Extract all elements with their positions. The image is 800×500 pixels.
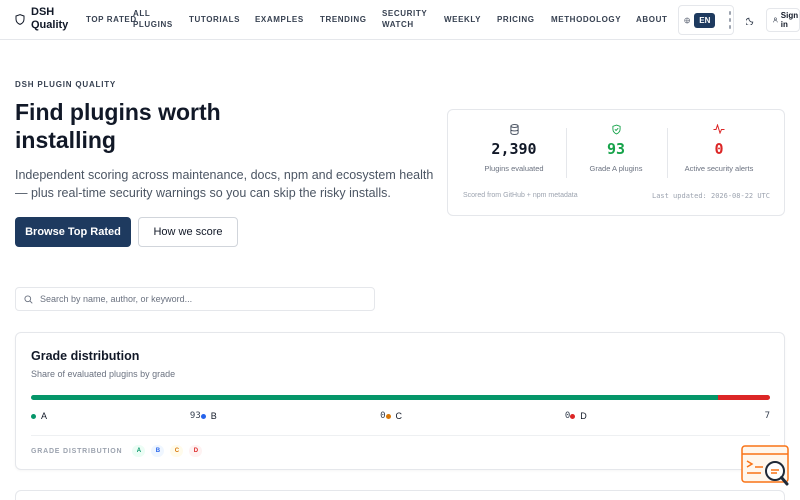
- shield-check-icon: [611, 124, 621, 135]
- grade-legend: A 93 B 0 C 0 D 7: [31, 411, 770, 423]
- nav-link-methodology[interactable]: METHODOLOGY: [551, 14, 621, 25]
- how-we-score-button[interactable]: How we score: [138, 217, 238, 247]
- search-input[interactable]: [40, 294, 360, 304]
- nav-link-examples[interactable]: EXAMPLES: [255, 14, 304, 25]
- stat-security-alerts: 0 Active security alerts: [669, 124, 769, 173]
- brand-name: DSH Quality: [31, 6, 69, 31]
- grade-label: C: [395, 411, 403, 421]
- brand[interactable]: DSH Quality: [15, 6, 71, 32]
- grade-legend-item: C: [385, 411, 403, 421]
- inspect-widget-icon[interactable]: [741, 444, 791, 488]
- nav-link-weekly[interactable]: WEEKLY: [444, 14, 481, 25]
- nav-link-all-plugins[interactable]: ALL PLUGINS: [133, 8, 183, 30]
- activity-icon: [713, 124, 725, 134]
- stat-value: 2,390: [491, 140, 537, 158]
- grade-count: 7: [764, 411, 770, 421]
- user-icon: [773, 17, 778, 23]
- nav-link-top-rated[interactable]: TOP RATED: [86, 14, 137, 25]
- grade-count: 93: [189, 411, 201, 421]
- grade-label: D: [580, 411, 587, 421]
- nav-link-trending[interactable]: TRENDING: [320, 14, 367, 25]
- grade-chip-c[interactable]: C: [170, 445, 184, 457]
- signin-button[interactable]: Sign in: [766, 8, 800, 32]
- stats-source-note: Scored from GitHub + npm metadata: [463, 192, 578, 199]
- language-switcher[interactable]: EN: [678, 5, 734, 35]
- grade-chip-b[interactable]: B: [151, 445, 165, 457]
- grade-bar-segment-d: [718, 395, 770, 400]
- nav-link-about[interactable]: ABOUT: [636, 14, 667, 25]
- nav-actions: EN Sign in: [678, 5, 800, 35]
- grade-dot-icon: [570, 413, 576, 419]
- grade-distribution-subtitle: Share of evaluated plugins by grade: [31, 369, 176, 379]
- grade-distribution-title: Grade distribution: [31, 349, 140, 363]
- nav-link-pricing[interactable]: PRICING: [497, 14, 535, 25]
- grade-distribution-bar: [31, 395, 770, 400]
- stat-label: Plugins evaluated: [484, 164, 544, 173]
- stat-value: 0: [714, 140, 724, 158]
- hero-title: Find plugins worth installing: [15, 99, 221, 153]
- stats-card: 2,390 Plugins evaluated 93 Grade A plugi…: [447, 109, 785, 216]
- search-icon: [24, 294, 33, 304]
- stats-last-updated: Last updated: 2026-08-22 UTC: [651, 192, 770, 200]
- grade-legend-item: D: [570, 411, 587, 421]
- language-current[interactable]: EN: [694, 12, 716, 28]
- top-nav: DSH Quality TOP RATED ALL PLUGINS TUTORIAL…: [0, 0, 800, 40]
- grade-label: B: [210, 411, 217, 421]
- grade-bar-segment-a: [31, 395, 719, 400]
- theme-toggle[interactable]: [740, 10, 760, 30]
- globe-icon: [684, 17, 690, 23]
- moon-icon: [745, 17, 753, 25]
- grade-dot-icon: [385, 413, 391, 419]
- grade-distribution-card: Grade distribution Share of evaluated pl…: [15, 332, 785, 470]
- nav-link-security-watch[interactable]: SECURITY WATCH: [382, 8, 432, 30]
- grade-filter-chips: GRADE DISTRIBUTION ABCD: [31, 445, 203, 457]
- grade-chip-d[interactable]: D: [189, 445, 203, 457]
- stat-grade-a: 93 Grade A plugins: [566, 124, 666, 173]
- hero-subtitle: Independent scoring across maintenance, …: [15, 168, 434, 200]
- stat-label: Active security alerts: [684, 164, 754, 173]
- grade-dot-icon: [31, 413, 36, 419]
- grade-legend-item: B: [200, 411, 217, 421]
- hero-eyebrow: DSH PLUGIN QUALITY: [15, 80, 117, 89]
- grade-footer-label: GRADE DISTRIBUTION: [31, 447, 123, 455]
- shield-icon: [15, 13, 25, 25]
- grade-label: A: [41, 411, 48, 421]
- signin-label: Sign in: [780, 11, 799, 29]
- browse-top-rated-button[interactable]: Browse Top Rated: [15, 217, 131, 247]
- grade-chip-a[interactable]: A: [132, 445, 146, 457]
- stat-plugins-evaluated: 2,390 Plugins evaluated: [464, 124, 564, 173]
- grade-dot-icon: [200, 413, 206, 419]
- next-section-card: [15, 490, 785, 500]
- language-menu-handle[interactable]: [729, 11, 733, 29]
- nav-link-tutorials[interactable]: TUTORIALS: [189, 14, 240, 25]
- stat-value: 93: [606, 140, 626, 158]
- grade-legend-item: A: [31, 411, 47, 421]
- stat-label: Grade A plugins: [589, 164, 643, 173]
- database-icon: [509, 124, 519, 135]
- search-box[interactable]: [15, 287, 375, 311]
